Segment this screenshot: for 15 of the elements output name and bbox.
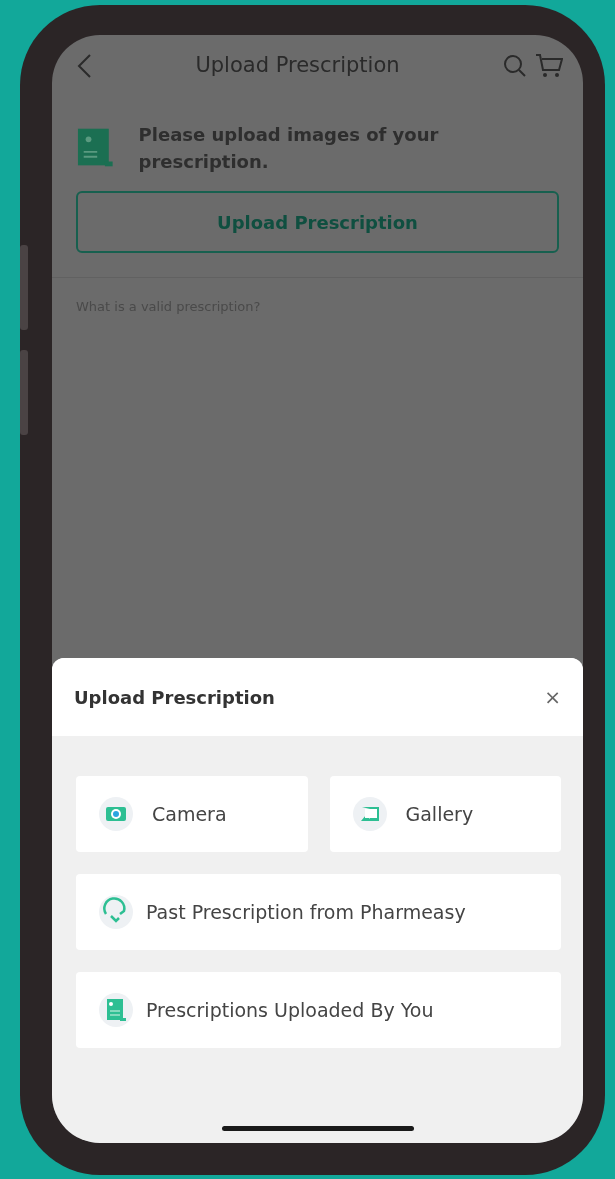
cart-icon[interactable] [535, 53, 563, 79]
close-button[interactable]: × [544, 682, 561, 712]
upload-option[interactable]: Prescriptions Uploaded By You [76, 972, 561, 1048]
upload-option[interactable]: Gallery [329, 776, 561, 852]
search-icon[interactable] [503, 54, 527, 78]
camera-icon [98, 796, 134, 832]
screen-title: Upload Prescription [194, 52, 401, 80]
picture-icon [351, 796, 388, 832]
upload-option[interactable]: Past Prescription from Pharmeasy [76, 874, 561, 950]
instruction-text: Please upload images of your prescription. [138, 123, 440, 174]
back-icon[interactable] [76, 53, 92, 79]
document-icon [98, 992, 134, 1028]
upload-option[interactable]: Camera [76, 776, 308, 852]
sheet-title: Upload Prescription [74, 685, 276, 710]
history-icon [98, 894, 134, 930]
